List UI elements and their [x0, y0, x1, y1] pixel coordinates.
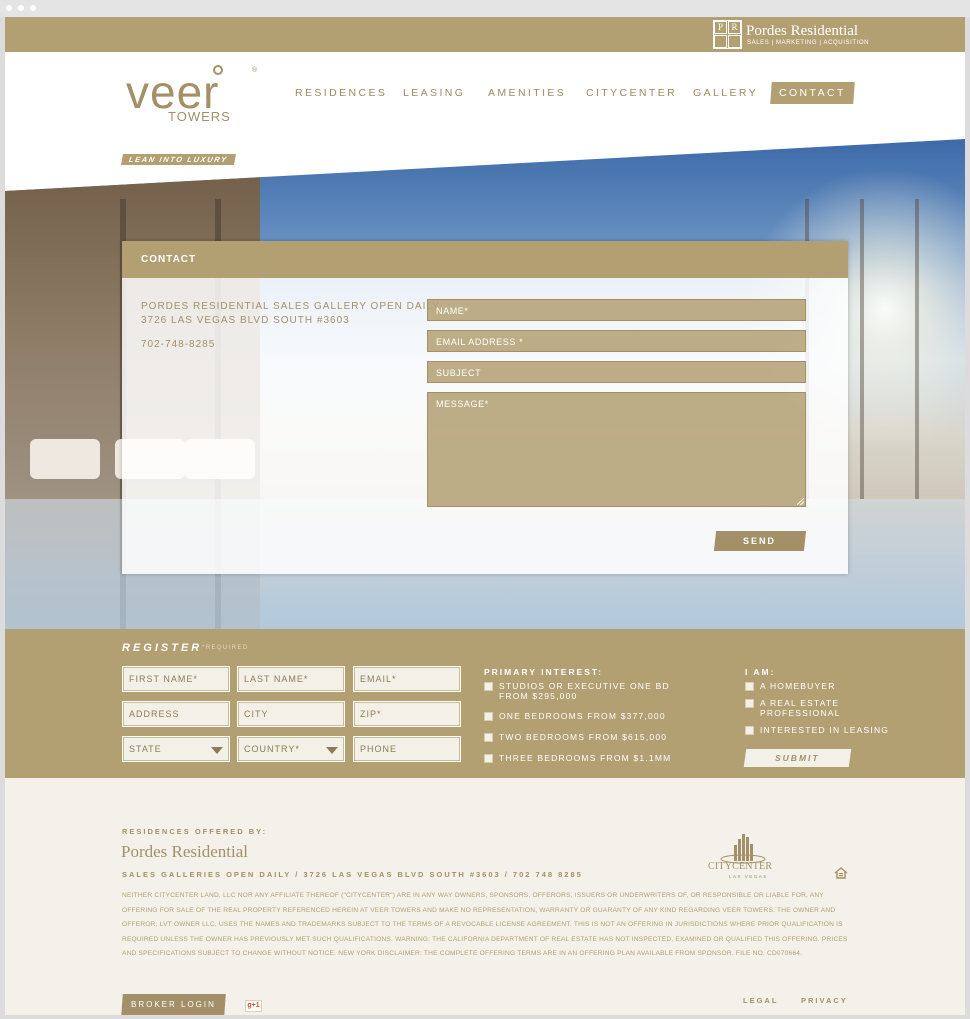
window-dot[interactable]: [18, 5, 24, 11]
nav-item-amenities[interactable]: AMENITIES: [488, 82, 566, 104]
leasing-checkbox[interactable]: [745, 726, 754, 735]
pordes-brand-name[interactable]: Pordes Residential: [746, 23, 858, 40]
submit-button[interactable]: SUBMIT: [743, 749, 852, 767]
state-select[interactable]: STATE: [122, 736, 230, 762]
interest-one-bedroom-label: ONE BEDROOMS FROM $377,000: [499, 711, 666, 721]
window-dot[interactable]: [30, 5, 36, 11]
footer: RESIDENCES OFFERED BY: Pordes Residentia…: [5, 778, 965, 1015]
phone-input[interactable]: PHONE: [353, 736, 461, 762]
last-name-input[interactable]: LAST NAME*: [237, 666, 345, 692]
top-bar: P R Pordes Residential SALES | MARKETING…: [5, 17, 965, 52]
tagline-badge: LEAN INTO LUXURY: [121, 154, 236, 165]
legal-disclaimer: Neither CityCenter Land, LLC nor any aff…: [122, 892, 848, 957]
interest-studios-checkbox[interactable]: [484, 682, 493, 691]
register-email-input[interactable]: EMAIL*: [353, 666, 461, 692]
state-select-value: STATE: [129, 744, 162, 754]
logo-letter: P: [714, 21, 727, 34]
logo-cell: [728, 35, 741, 48]
leasing-label: INTERESTED IN LEASING: [760, 725, 890, 735]
citycenter-wordmark: CITYCENTER: [708, 861, 773, 872]
interest-three-bedroom-checkbox[interactable]: [484, 754, 493, 763]
interest-studios-label: STUDIOS OR EXECUTIVE ONE BD: [499, 681, 670, 691]
logo-cell: [714, 35, 727, 48]
email-field[interactable]: EMAIL ADDRESS *: [427, 330, 806, 352]
i-am-title: I AM:: [745, 667, 776, 677]
primary-interest-title: PRIMARY INTEREST:: [484, 667, 604, 677]
interest-studios-price: FROM $295,000: [499, 691, 578, 701]
footer-brand[interactable]: Pordes Residential: [121, 842, 248, 862]
nav-item-gallery[interactable]: GALLERY: [693, 82, 758, 104]
real-estate-pro-label: A REAL ESTATE: [760, 698, 840, 708]
contact-gallery-line: PORDES RESIDENTIAL SALES GALLERY OPEN DA…: [141, 301, 440, 312]
nav-item-contact-label: CONTACT: [779, 87, 846, 99]
contact-panel: CONTACT PORDES RESIDENTIAL SALES GALLERY…: [122, 241, 848, 574]
name-field[interactable]: NAME*: [427, 299, 806, 321]
nav-item-leasing[interactable]: LEASING: [403, 82, 465, 104]
logo-letter: R: [728, 21, 741, 34]
pordes-brand-tagline: SALES | MARKETING | ACQUISITION: [747, 40, 870, 46]
offered-by-heading: RESIDENCES OFFERED BY:: [122, 827, 268, 836]
pordes-logo-icon[interactable]: P R: [713, 20, 742, 49]
zip-input[interactable]: ZIP*: [353, 701, 461, 727]
contact-phone[interactable]: 702-748-8285: [141, 339, 215, 350]
google-plus-icon[interactable]: g+1: [245, 1000, 262, 1012]
broker-login-label: BROKER LOGIN: [131, 1000, 216, 1009]
nav-item-residences[interactable]: RESIDENCES: [295, 82, 387, 104]
broker-login-button[interactable]: BROKER LOGIN: [121, 994, 226, 1015]
chevron-down-icon: [326, 747, 338, 754]
legal-link[interactable]: LEGAL: [743, 996, 778, 1005]
message-field[interactable]: MESSAGE*: [427, 392, 806, 507]
contact-address: 3726 LAS VEGAS BLVD SOUTH #3603: [141, 315, 350, 326]
city-input[interactable]: CITY: [237, 701, 345, 727]
message-field-placeholder: MESSAGE*: [436, 399, 489, 409]
submit-button-label: SUBMIT: [775, 753, 820, 763]
veer-logo-ring-icon: [213, 65, 223, 75]
address-input[interactable]: ADDRESS: [122, 701, 230, 727]
veer-logo-sub: TOWERS: [168, 109, 231, 124]
page: P R Pordes Residential SALES | MARKETING…: [5, 17, 965, 1015]
footer-galleries-line: SALES GALLERIES OPEN DAILY / 3726 LAS VE…: [122, 870, 583, 879]
interest-one-bedroom-checkbox[interactable]: [484, 712, 493, 721]
veer-logo-reg: ®: [252, 67, 258, 74]
homebuyer-checkbox[interactable]: [745, 682, 754, 691]
homebuyer-label: A HOMEBUYER: [760, 681, 836, 691]
interest-two-bedroom-checkbox[interactable]: [484, 733, 493, 742]
real-estate-pro-checkbox[interactable]: [745, 699, 754, 708]
send-button-label: SEND: [743, 536, 777, 546]
interest-three-bedroom-label: THREE BEDROOMS FROM $1.1MM: [499, 753, 672, 763]
window-dot[interactable]: [6, 5, 12, 11]
contact-title: CONTACT: [122, 241, 848, 278]
register-title: REGISTER: [122, 642, 203, 654]
nav-item-contact[interactable]: CONTACT: [770, 82, 855, 104]
privacy-link[interactable]: PRIVACY: [801, 996, 848, 1005]
subject-field[interactable]: SUBJECT: [427, 361, 806, 383]
country-select[interactable]: COUNTRY*: [237, 736, 345, 762]
country-select-value: COUNTRY*: [244, 744, 300, 754]
browser-chrome: [0, 0, 970, 17]
citycenter-sub: LAS VEGAS: [729, 874, 768, 879]
real-estate-pro-label-2: PROFESSIONAL: [760, 708, 841, 718]
resize-grip-icon[interactable]: [797, 498, 804, 505]
interest-two-bedroom-label: TWO BEDROOMS FROM $615,000: [499, 732, 668, 742]
first-name-input[interactable]: FIRST NAME*: [122, 666, 230, 692]
hero-lounge-chair: [30, 439, 100, 479]
register-section: REGISTER *REQUIRED FIRST NAME* LAST NAME…: [5, 629, 965, 778]
chevron-down-icon: [211, 747, 223, 754]
nav-item-citycenter[interactable]: CITYCENTER: [586, 82, 677, 104]
register-required-note: *REQUIRED: [202, 645, 249, 651]
send-button[interactable]: SEND: [713, 531, 807, 551]
equal-housing-icon: [834, 867, 848, 879]
